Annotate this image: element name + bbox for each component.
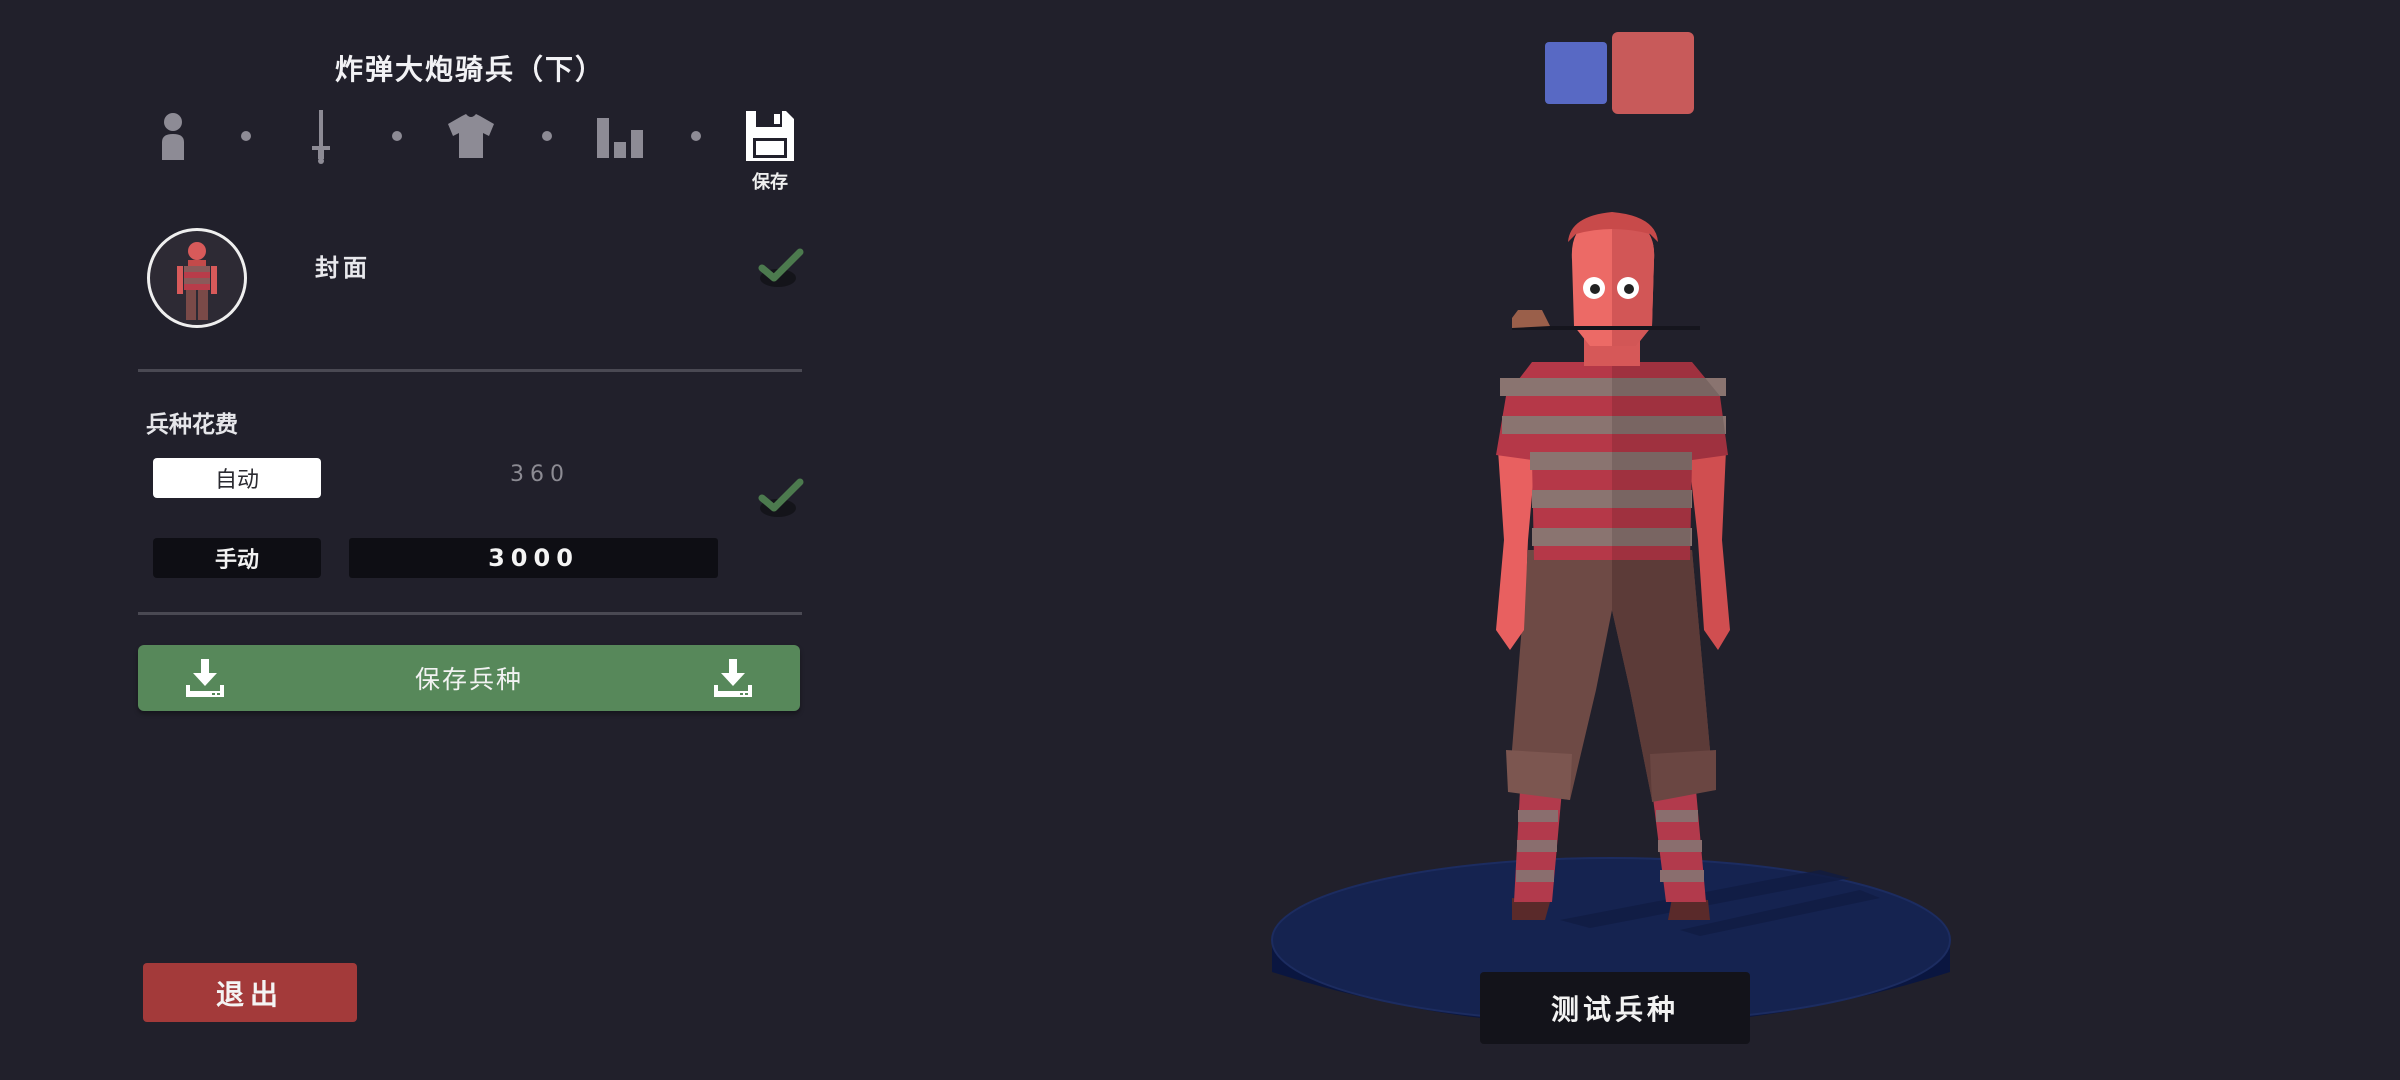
- cost-heading: 兵种花费: [146, 412, 238, 438]
- shirt-icon[interactable]: [446, 108, 496, 164]
- unit-character: [1496, 212, 1730, 920]
- exit-button[interactable]: 退出: [143, 963, 357, 1022]
- auto-cost-button[interactable]: 自动: [153, 458, 321, 498]
- step-separator: [542, 131, 552, 141]
- team-blue-swatch[interactable]: [1545, 42, 1607, 104]
- save-unit-label: 保存兵种: [414, 665, 523, 694]
- auto-cost-value: 360: [510, 462, 570, 487]
- person-icon[interactable]: [148, 108, 198, 164]
- manual-cost-button[interactable]: 手动: [153, 538, 321, 578]
- floppy-save-icon[interactable]: [745, 108, 795, 164]
- unit-preview[interactable]: [1260, 150, 1960, 1070]
- divider: [138, 369, 802, 372]
- step-separator: [241, 131, 251, 141]
- step-save-label: 保存: [752, 172, 788, 193]
- step-separator: [392, 131, 402, 141]
- cover-label: 封面: [315, 254, 371, 282]
- sword-icon[interactable]: [296, 108, 346, 164]
- cover-check-icon: [758, 248, 804, 288]
- bars-icon[interactable]: [596, 108, 646, 164]
- cover-avatar[interactable]: [147, 228, 247, 328]
- unit-title: 炸弹大炮骑兵（下）: [334, 53, 605, 86]
- cost-check-icon: [758, 478, 804, 518]
- team-red-swatch[interactable]: [1612, 32, 1694, 114]
- save-unit-button[interactable]: 保存兵种: [138, 645, 800, 711]
- step-separator: [691, 131, 701, 141]
- download-icon: [712, 659, 754, 699]
- test-unit-button[interactable]: 测试兵种: [1480, 972, 1750, 1044]
- divider: [138, 612, 802, 615]
- manual-cost-input[interactable]: 3000: [349, 538, 718, 578]
